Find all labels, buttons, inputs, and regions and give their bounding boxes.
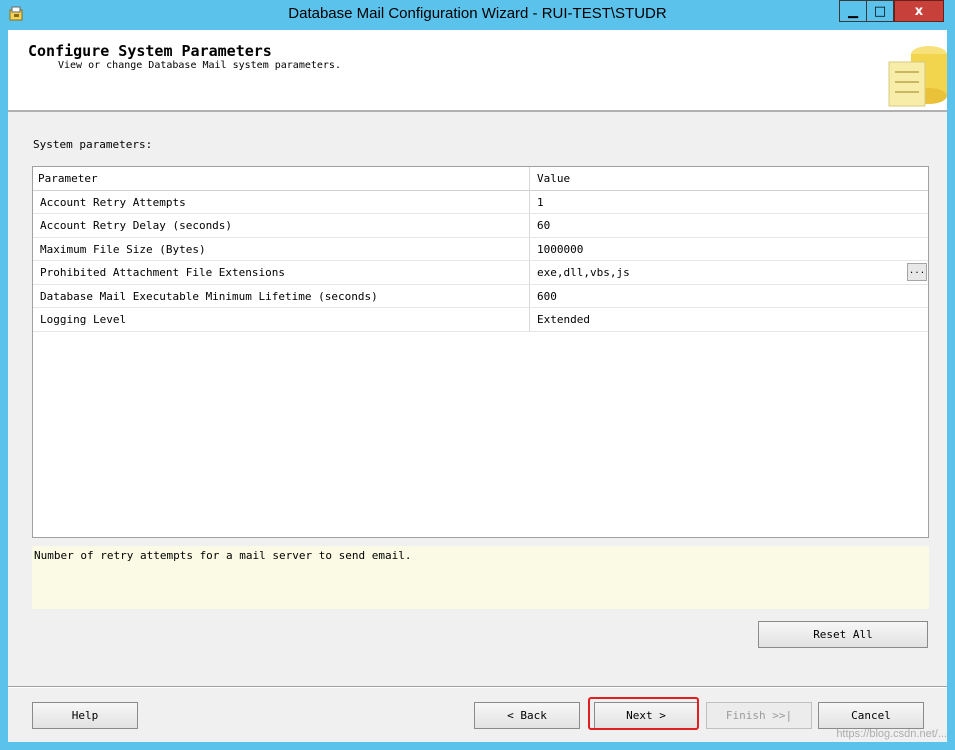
parameter-cell: Database Mail Executable Minimum Lifetim… [33, 284, 530, 307]
wizard-window: Database Mail Configuration Wizard - RUI… [0, 0, 955, 750]
footer-separator [8, 686, 947, 688]
table-row[interactable]: Logging Level Extended [33, 308, 928, 332]
system-parameters-label: System parameters: [33, 138, 153, 151]
parameter-cell: Account Retry Delay (seconds) [33, 214, 530, 237]
next-button-highlight [588, 697, 699, 730]
value-cell[interactable]: 60 [530, 214, 928, 237]
finish-button[interactable]: Finish >>| [706, 702, 812, 729]
parameter-cell: Account Retry Attempts [33, 190, 530, 213]
back-button[interactable]: < Back [474, 702, 580, 729]
parameter-cell: Logging Level [33, 308, 530, 331]
wizard-header: Configure System Parameters View or chan… [8, 30, 947, 112]
close-button[interactable]: x [894, 0, 944, 22]
parameters-grid[interactable]: Parameter Value Account Retry Attempts 1… [32, 166, 929, 538]
grid-header: Parameter Value [33, 167, 928, 191]
value-cell[interactable]: exe,dll,vbs,js ... [530, 261, 928, 284]
table-row[interactable]: Account Retry Delay (seconds) 60 [33, 214, 928, 238]
close-icon: x [914, 3, 924, 19]
minimize-icon: ▁ [848, 3, 858, 19]
parameter-cell: Prohibited Attachment File Extensions [33, 261, 530, 284]
table-row[interactable]: Database Mail Executable Minimum Lifetim… [33, 284, 928, 308]
value-cell[interactable]: 1000000 [530, 238, 928, 261]
help-button[interactable]: Help [32, 702, 138, 729]
wizard-client-area: Configure System Parameters View or chan… [8, 30, 947, 742]
page-title: Configure System Parameters [28, 42, 272, 60]
parameter-cell: Maximum File Size (Bytes) [33, 237, 530, 260]
maximize-button[interactable]: □ [866, 0, 894, 22]
value-text: exe,dll,vbs,js [537, 266, 630, 279]
value-cell[interactable]: 1 [530, 191, 928, 214]
maximize-icon: □ [873, 3, 887, 19]
value-cell[interactable]: Extended [530, 308, 928, 331]
table-row[interactable]: Maximum File Size (Bytes) 1000000 [33, 237, 928, 261]
cancel-button[interactable]: Cancel [818, 702, 924, 729]
ellipsis-icon[interactable]: ... [907, 263, 927, 281]
minimize-button[interactable]: ▁ [839, 0, 867, 22]
table-row[interactable]: Prohibited Attachment File Extensions ex… [33, 261, 928, 285]
description-panel: Number of retry attempts for a mail serv… [32, 546, 929, 609]
column-header-parameter[interactable]: Parameter [33, 167, 530, 190]
wizard-header-art [888, 46, 947, 107]
table-row[interactable]: Account Retry Attempts 1 [33, 190, 928, 214]
watermark-text: https://blog.csdn.net/... [836, 728, 947, 740]
page-subtitle: View or change Database Mail system para… [58, 60, 341, 71]
reset-all-button[interactable]: Reset All [758, 621, 928, 648]
title-bar[interactable]: Database Mail Configuration Wizard - RUI… [0, 0, 955, 30]
window-title: Database Mail Configuration Wizard - RUI… [288, 5, 667, 22]
value-cell[interactable]: 600 [530, 285, 928, 308]
column-header-value[interactable]: Value [530, 167, 928, 190]
